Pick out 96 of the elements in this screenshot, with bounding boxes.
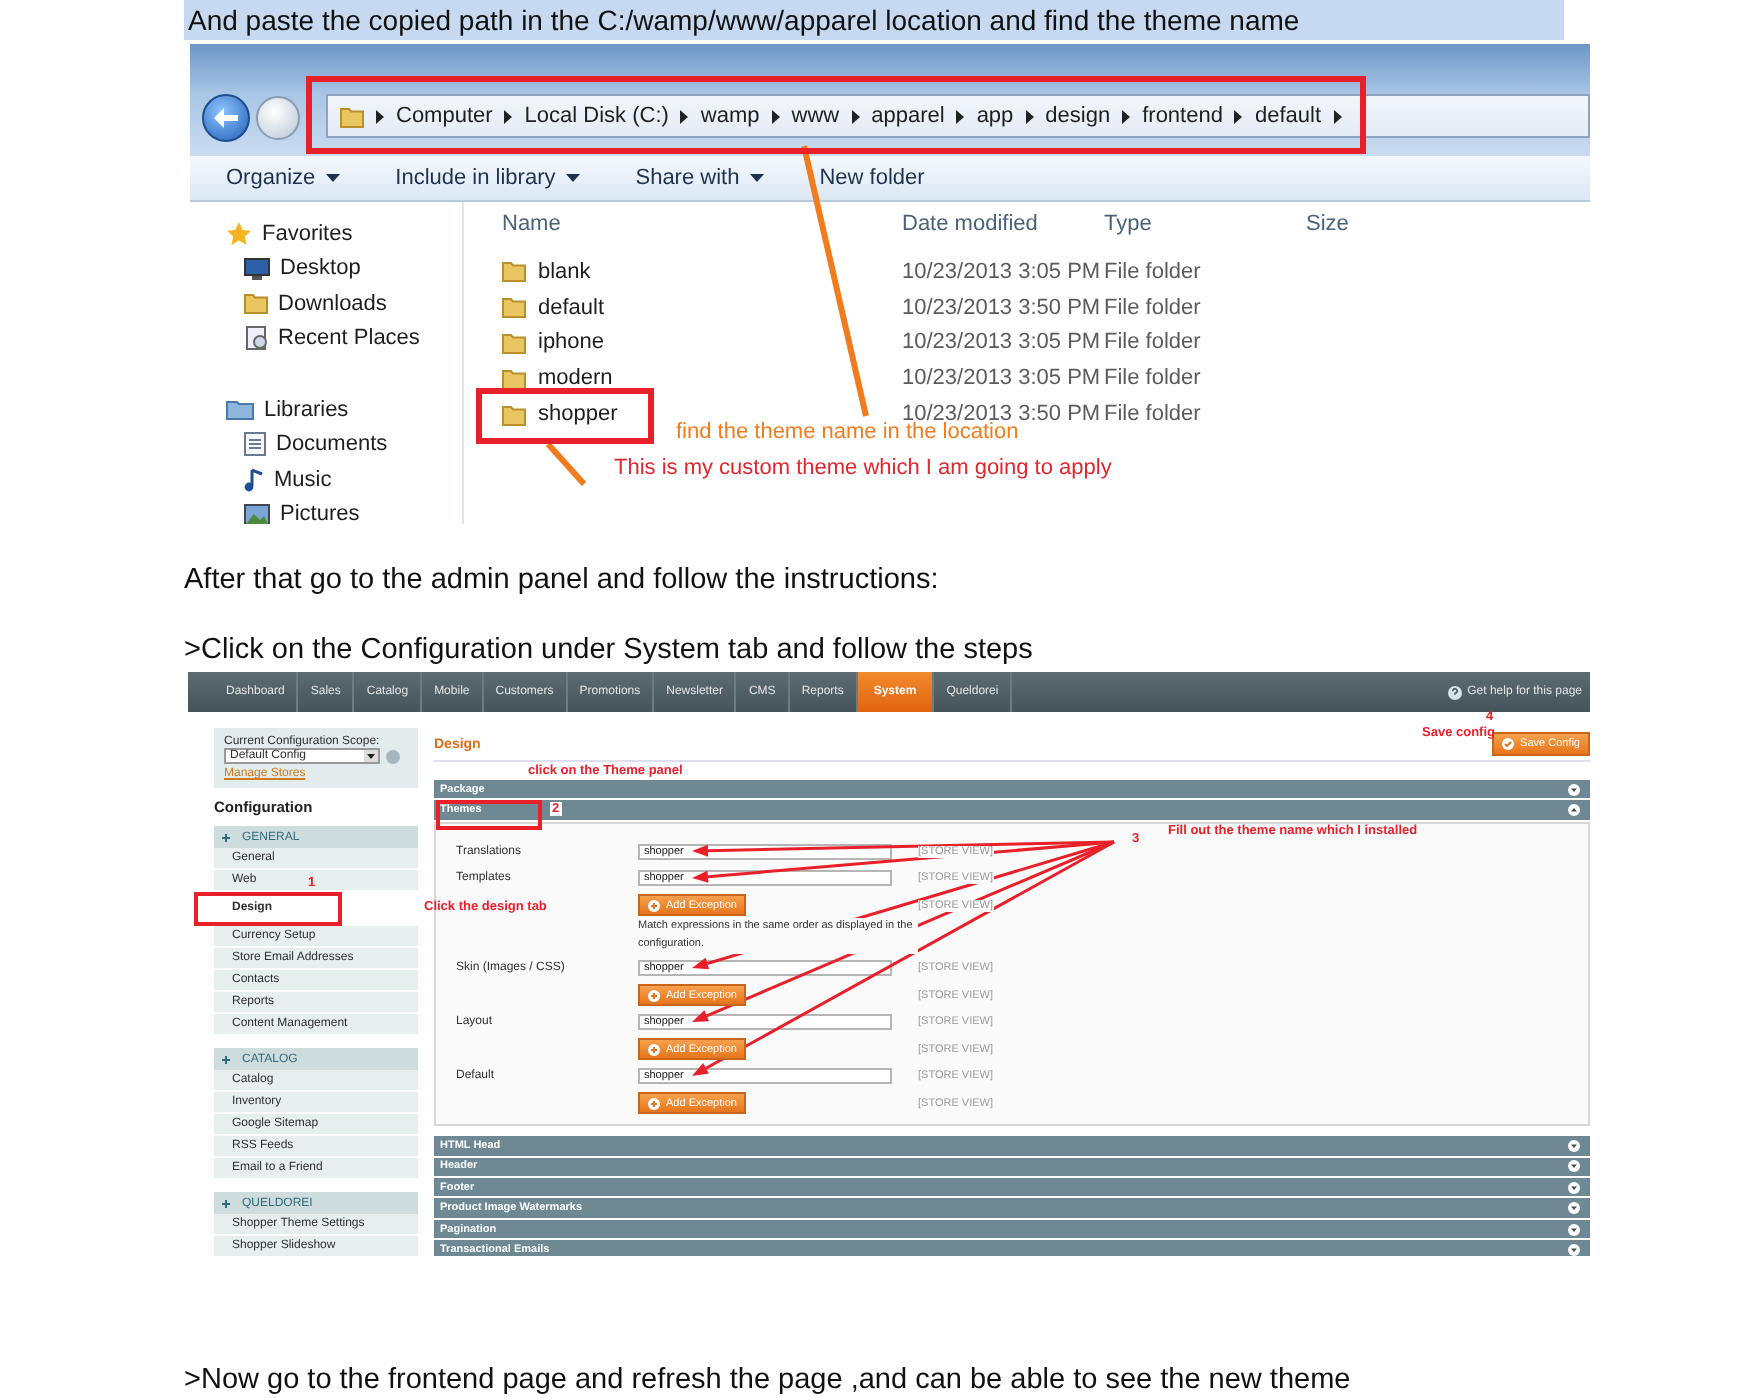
column-header[interactable]: Type [1104,212,1152,236]
breadcrumb-item[interactable]: frontend [1142,104,1223,128]
chevron-icon [1333,109,1341,123]
breadcrumb-item[interactable]: Computer [396,104,493,128]
nav-item[interactable]: Desktop [190,251,462,286]
instruction-text: After that go to the admin panel and follow the instructions: [184,562,941,598]
back-button[interactable] [202,94,250,142]
file-name[interactable]: blank [538,259,591,284]
file-name[interactable]: default [538,295,605,320]
nav-item[interactable]: Recent Places [190,321,462,356]
chevron-icon [771,109,780,123]
toggle-icon [1568,783,1580,796]
date-cell: 10/23/2013 3:05 PM [902,366,1101,391]
nav-item[interactable]: Documents [190,427,462,462]
picture-icon [244,503,270,524]
plus-icon [648,1097,660,1110]
plus-icon [222,1055,230,1063]
type-cell: File folder [1104,366,1201,391]
date-cell: 10/23/2013 3:05 PM [902,330,1101,355]
plus-icon [648,1043,660,1056]
back-arrow-icon [214,108,238,128]
chevron-icon [1025,109,1034,123]
toggle-icon [1568,1202,1580,1215]
chevron-icon [376,109,384,123]
plus-icon [222,833,230,841]
caret-icon [565,174,580,182]
toggle-icon [1568,804,1580,817]
breadcrumb-item[interactable]: design [1045,104,1111,128]
breadcrumb-item[interactable]: www [791,104,840,128]
column-header[interactable]: Name [502,212,561,236]
instruction-text: And paste the copied path in the C:/wamp/www/apparel location and find the theme name [186,2,1302,40]
toolbar-button[interactable]: Include in library [379,158,596,198]
column-header[interactable]: Size [1306,212,1349,236]
instruction-text: >Now go to the frontend page and refresh the page ,and can be able to see the new theme [184,1362,1353,1398]
chevron-icon [1122,109,1131,123]
folder-icon [244,292,268,315]
toggle-icon [1568,1139,1580,1152]
chevron-icon [956,109,965,123]
toggle-icon [1568,1243,1580,1256]
nav-item[interactable]: Music [190,462,462,497]
toggle-icon [1568,1223,1580,1236]
toolbar-button[interactable]: Organize [210,158,356,198]
folder-icon [340,105,364,127]
chevron-icon [680,109,689,123]
music-note-icon [244,467,264,492]
toggle-icon [1568,1160,1580,1173]
leader-line [545,442,587,486]
library-icon [226,398,254,421]
type-cell: File folder [1104,295,1201,320]
folder-icon [502,331,526,354]
annotation-text: This is my custom theme which I am going to apply [614,456,1112,480]
nav-item[interactable]: Pictures [190,497,462,524]
column-header[interactable]: Date modified [902,212,1038,236]
caret-icon [325,174,340,182]
breadcrumb-item[interactable]: wamp [700,104,760,128]
nav-item[interactable]: Downloads [190,286,462,321]
file-name[interactable]: modern [538,366,613,391]
toolbar-button[interactable]: Share with [619,158,780,198]
type-cell: File folder [1104,402,1201,427]
breadcrumb-item[interactable]: app [976,104,1014,128]
file-name[interactable]: iphone [538,330,605,355]
date-cell: 10/23/2013 3:05 PM [902,259,1101,284]
type-cell: File folder [1104,259,1201,284]
desktop-icon [244,257,270,280]
document-icon [244,432,266,457]
highlight-box [436,800,542,830]
chevron-icon [504,109,513,123]
breadcrumb-item[interactable]: apparel [871,104,945,128]
folder-icon [502,260,526,283]
caret-icon [364,750,378,762]
nav-item[interactable]: Favorites [190,216,462,251]
toggle-icon [1568,1181,1580,1194]
date-cell: 10/23/2013 3:50 PM [902,295,1101,320]
chevron-icon [851,109,860,123]
info-icon [386,749,400,763]
file-name[interactable]: shopper [538,402,618,427]
folder-icon [502,367,526,390]
instruction-text: >Click on the Configuration under System tab and follow the steps [184,632,1035,668]
annotation-text: find the theme name in the location [676,420,1019,444]
checkmark-icon [1502,738,1515,750]
folder-icon [502,403,526,426]
toolbar-button[interactable]: New folder [803,158,941,198]
address-bar[interactable]: Computer Local Disk (C:) wamp www apparel app design frontend default [326,94,1590,138]
star-icon [226,221,252,246]
folder-icon [502,296,526,319]
breadcrumb-item[interactable]: Local Disk (C:) [524,104,669,128]
type-cell: File folder [1104,330,1201,355]
plus-icon [648,899,660,912]
breadcrumb-item[interactable]: default [1254,104,1321,128]
plus-icon [648,989,660,1002]
caret-icon [749,174,764,182]
chevron-icon [1234,109,1243,123]
help-icon [1447,685,1462,699]
nav-item[interactable]: Libraries [190,392,462,427]
document-icon [244,326,268,351]
plus-icon [222,1199,230,1207]
